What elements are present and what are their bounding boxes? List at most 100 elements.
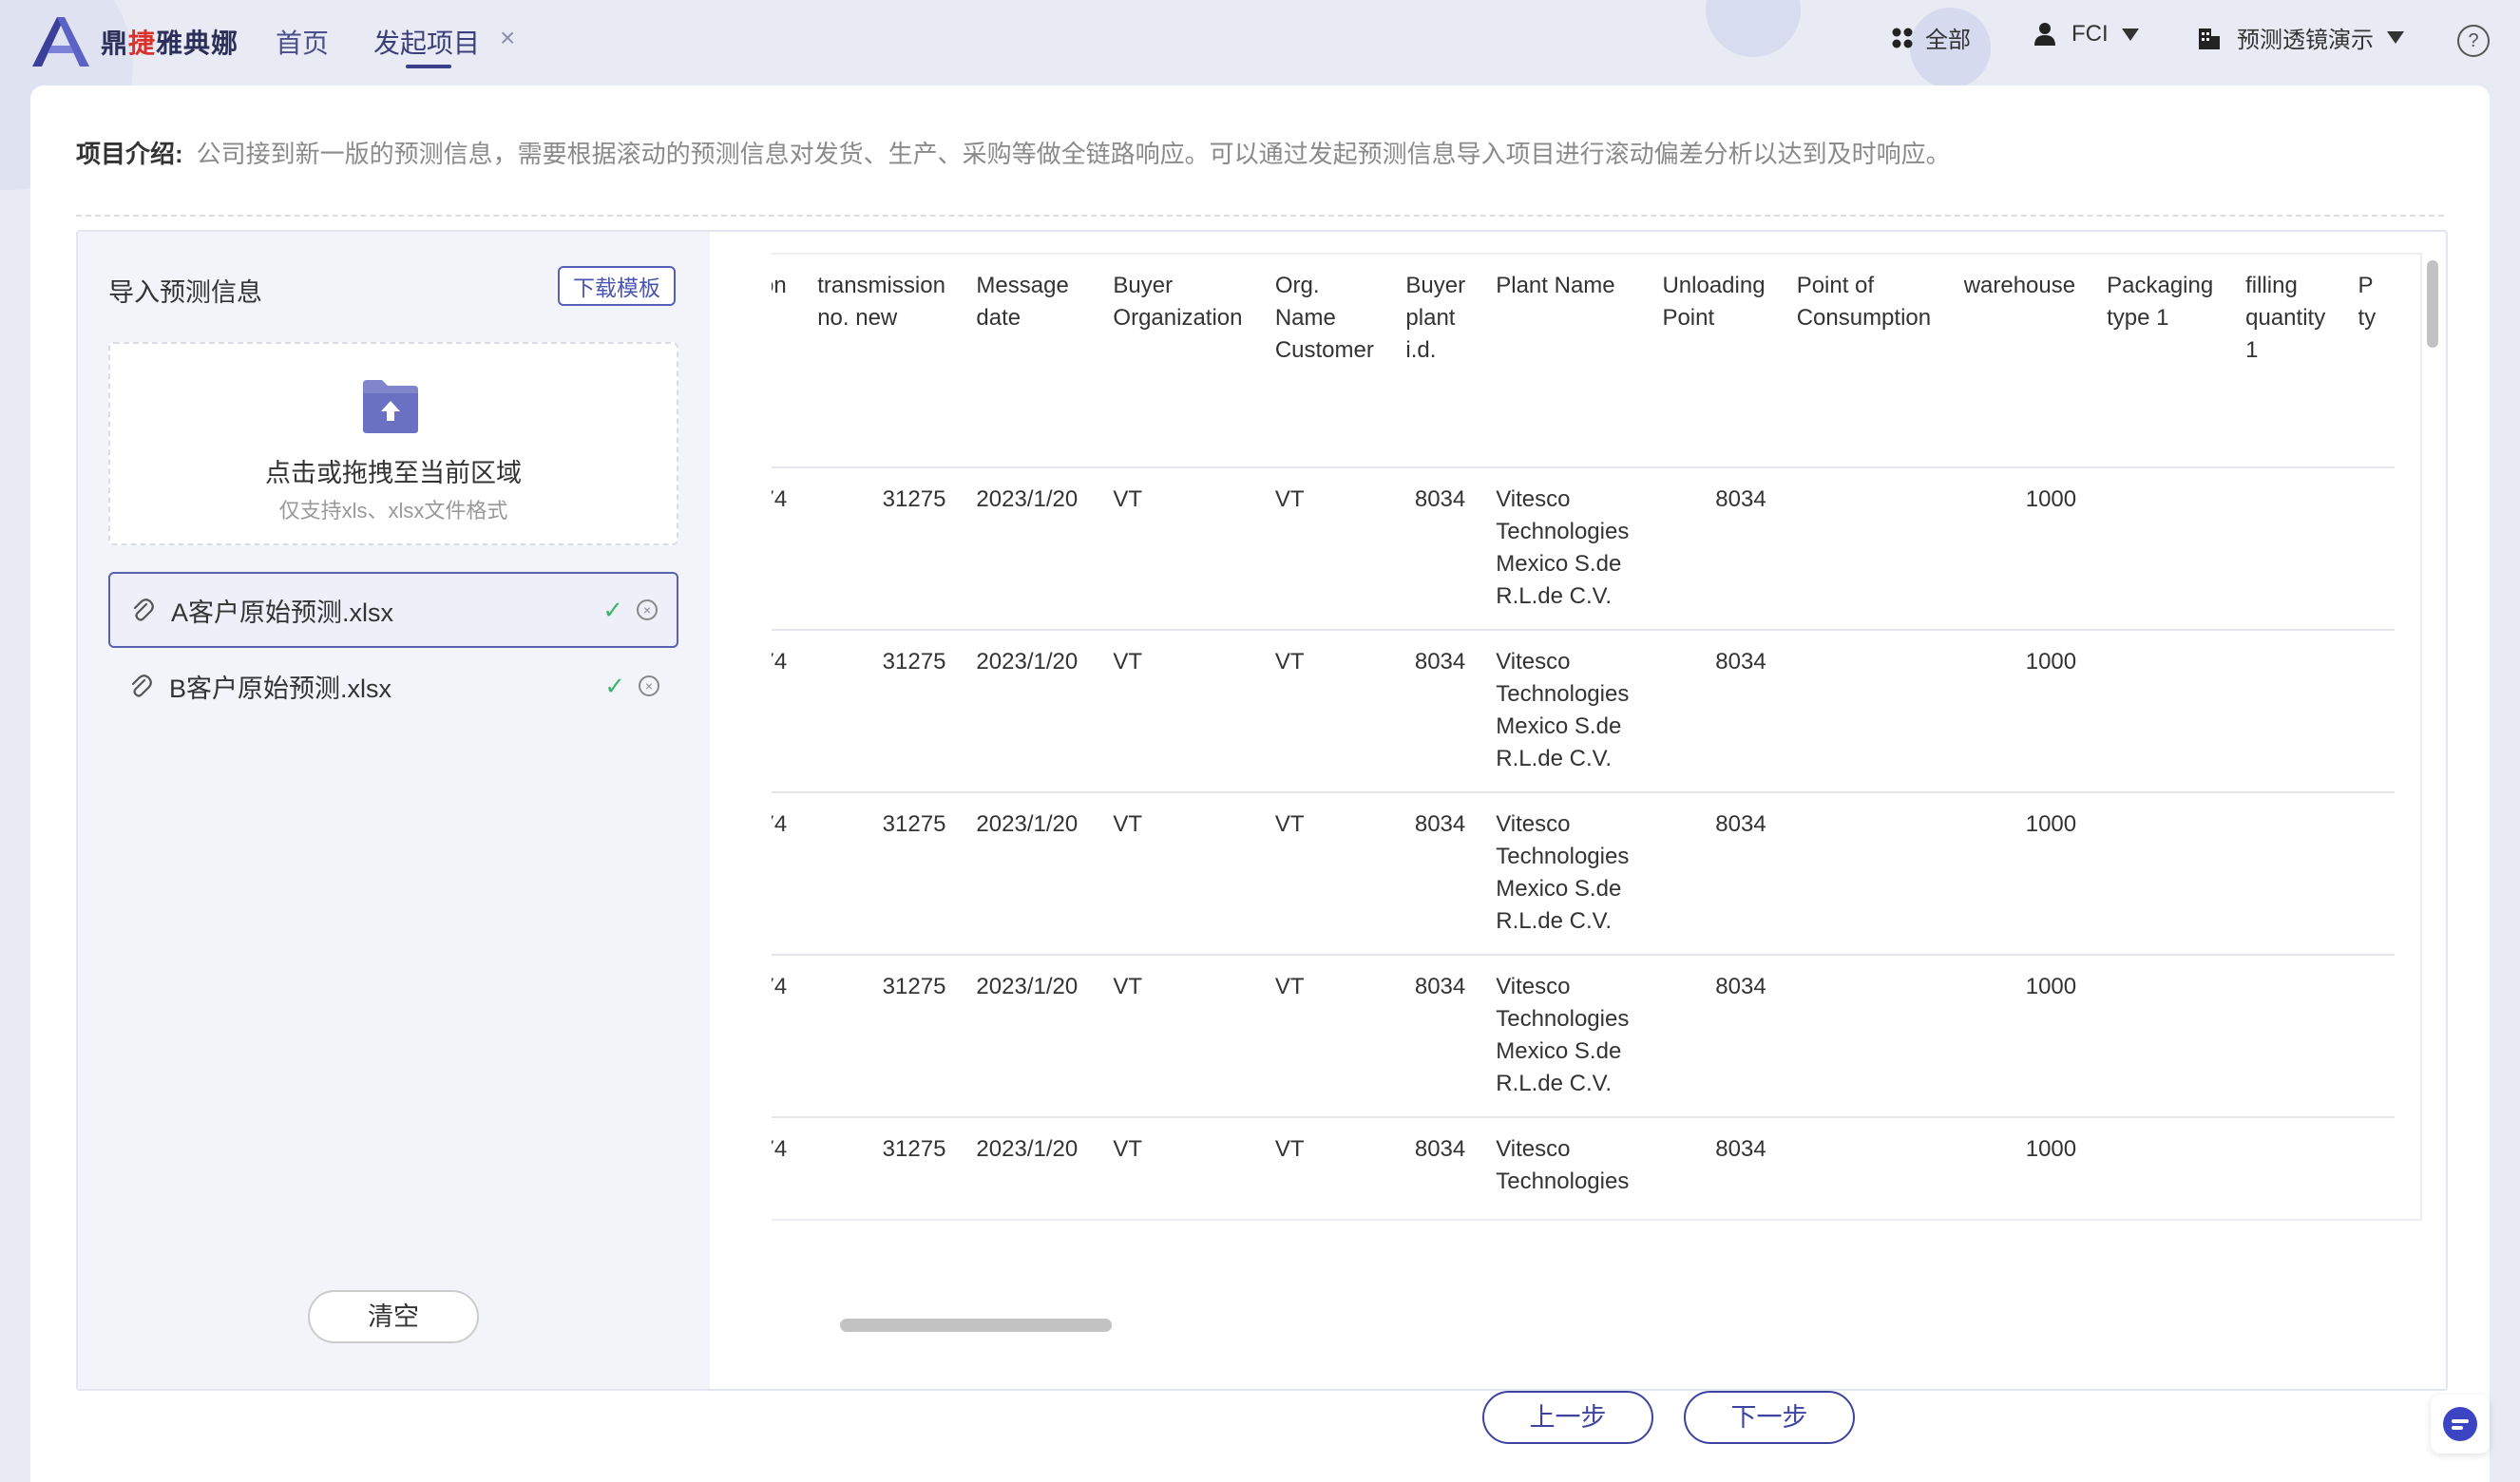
table-cell: VT: [1098, 630, 1260, 793]
tab-start-project[interactable]: 发起项目: [373, 23, 480, 61]
import-title: 导入预测信息: [108, 278, 262, 307]
table-cell: VT: [1259, 630, 1391, 793]
table-row[interactable]: 74312752023/1/20VTVT8034Vitesco Technolo…: [772, 467, 2395, 631]
forecast-table-container[interactable]: on transmission no. new Message date Buy…: [772, 253, 2422, 1221]
column-header[interactable]: Unloading Point: [1647, 255, 1782, 468]
table-cell: VT: [1098, 1117, 1260, 1219]
file-item[interactable]: A客户原始预测.xlsx ✓ ×: [108, 572, 678, 648]
table-cell: 74: [772, 467, 803, 631]
table-cell: 2023/1/20: [961, 1117, 1098, 1219]
chevron-down-icon: [2121, 28, 2139, 41]
column-header[interactable]: Point of Consumption: [1781, 255, 1949, 468]
table-cell: [2091, 630, 2231, 793]
table-cell: [1781, 467, 1949, 631]
horizontal-scrollbar[interactable]: [840, 1319, 1112, 1332]
column-header[interactable]: Packaging type 1: [2091, 255, 2231, 468]
next-step-button[interactable]: 下一步: [1684, 1391, 1855, 1444]
remove-file-icon[interactable]: ×: [639, 675, 659, 696]
remove-file-icon[interactable]: ×: [637, 599, 658, 620]
table-cell: VT: [1259, 955, 1391, 1118]
table-cell: 74: [772, 630, 803, 793]
table-cell: 2023/1/20: [961, 955, 1098, 1118]
chat-icon[interactable]: [2431, 1395, 2490, 1454]
all-apps-menu[interactable]: 全部: [1891, 21, 1971, 54]
table-cell: Vitesco Technologies Mexico S.de R.L.de …: [1480, 467, 1648, 631]
user-menu[interactable]: FCI: [2033, 21, 2139, 48]
table-cell: [1781, 955, 1949, 1118]
import-panel: 导入预测信息 下载模板 点击或拖拽至当前区域 仅支持xls、xlsx文件格式 A…: [76, 230, 2448, 1444]
column-header[interactable]: Buyer plant i.d.: [1390, 255, 1481, 468]
column-header[interactable]: transmission no. new: [802, 255, 962, 468]
table-row[interactable]: 74312752023/1/20VTVT8034Vitesco Technolo…: [772, 955, 2395, 1118]
column-header[interactable]: P ty: [2342, 255, 2395, 468]
top-bar: 鼎捷雅典娜 首页 发起项目 × 全部 FCI 预测透镜演示 ?: [0, 0, 2520, 84]
table-cell: 8034: [1390, 467, 1481, 631]
table-cell: Vitesco Technologies: [1480, 1117, 1648, 1219]
brand-logo[interactable]: 鼎捷雅典娜: [29, 15, 239, 68]
table-cell: 2023/1/20: [961, 630, 1098, 793]
folder-upload-icon: [363, 380, 418, 433]
column-header[interactable]: Plant Name: [1480, 255, 1648, 468]
table-row[interactable]: 74312752023/1/20VTVT8034Vitesco Technolo…: [772, 630, 2395, 793]
table-cell: 8034: [1647, 955, 1782, 1118]
download-template-button[interactable]: 下载模板: [558, 266, 676, 306]
main-card: 项目介绍: 公司接到新一版的预测信息，需要根据滚动的预测信息对发货、生产、采购等做…: [30, 86, 2490, 1482]
table-cell: [1781, 792, 1949, 956]
table-cell: 8034: [1647, 792, 1782, 956]
column-header[interactable]: Message date: [961, 255, 1098, 468]
tab-close-icon[interactable]: ×: [500, 23, 515, 53]
intro-label: 项目介绍:: [76, 140, 183, 168]
previous-step-button[interactable]: 上一步: [1482, 1391, 1653, 1444]
upload-format-hint: 仅支持xls、xlsx文件格式: [278, 499, 508, 522]
table-row[interactable]: 74312752023/1/20VTVT8034Vitesco Technolo…: [772, 792, 2395, 956]
table-cell: [2091, 467, 2231, 631]
clear-button[interactable]: 清空: [308, 1290, 479, 1343]
table-cell: VT: [1098, 467, 1260, 631]
table-cell: VT: [1098, 792, 1260, 956]
table-cell: [2091, 1117, 2231, 1219]
vertical-scrollbar[interactable]: [2427, 260, 2438, 348]
file-item[interactable]: B客户原始预测.xlsx ✓ ×: [108, 648, 678, 724]
file-name: B客户原始预测.xlsx: [169, 674, 392, 703]
table-cell: VT: [1259, 792, 1391, 956]
column-header[interactable]: warehouse: [1948, 255, 2092, 468]
table-cell: Vitesco Technologies Mexico S.de R.L.de …: [1480, 630, 1648, 793]
table-cell: 2023/1/20: [961, 467, 1098, 631]
table-cell: 74: [772, 792, 803, 956]
column-header[interactable]: Buyer Organization: [1098, 255, 1260, 468]
help-icon[interactable]: ?: [2457, 25, 2490, 57]
grid-icon: [1892, 28, 1913, 48]
column-header[interactable]: filling quantity 1: [2230, 255, 2343, 468]
table-cell: 1000: [1948, 630, 2092, 793]
tab-home[interactable]: 首页: [276, 23, 329, 61]
table-cell: 8034: [1390, 630, 1481, 793]
table-cell: 31275: [802, 1117, 962, 1219]
column-header[interactable]: Org. Name Customer: [1259, 255, 1391, 468]
table-cell: 8034: [1647, 630, 1782, 793]
upload-dropzone[interactable]: 点击或拖拽至当前区域 仅支持xls、xlsx文件格式: [108, 342, 678, 545]
divider: [76, 215, 2444, 217]
file-name: A客户原始预测.xlsx: [171, 598, 394, 627]
table-cell: VT: [1259, 1117, 1391, 1219]
project-name: 预测透镜演示: [2237, 28, 2374, 53]
table-cell: 1000: [1948, 467, 2092, 631]
paperclip-icon: [131, 674, 152, 697]
table-cell: 74: [772, 955, 803, 1118]
check-icon: ✓: [604, 671, 625, 700]
table-cell: VT: [1098, 955, 1260, 1118]
table-cell: 1000: [1948, 955, 2092, 1118]
project-selector[interactable]: 预测透镜演示: [2197, 21, 2404, 54]
table-cell: [2230, 955, 2343, 1118]
table-cell: 2023/1/20: [961, 792, 1098, 956]
table-cell: [2342, 955, 2395, 1118]
brand-name: 鼎捷雅典娜: [101, 28, 239, 58]
paperclip-icon: [133, 598, 154, 621]
table-cell: [1781, 1117, 1949, 1219]
table-cell: [2230, 1117, 2343, 1219]
table-cell: VT: [1259, 467, 1391, 631]
table-row[interactable]: 74312752023/1/20VTVT8034Vitesco Technolo…: [772, 1117, 2395, 1219]
table-cell: Vitesco Technologies Mexico S.de R.L.de …: [1480, 955, 1648, 1118]
table-cell: 1000: [1948, 792, 2092, 956]
table-cell: [2091, 955, 2231, 1118]
column-header[interactable]: on: [772, 255, 803, 468]
